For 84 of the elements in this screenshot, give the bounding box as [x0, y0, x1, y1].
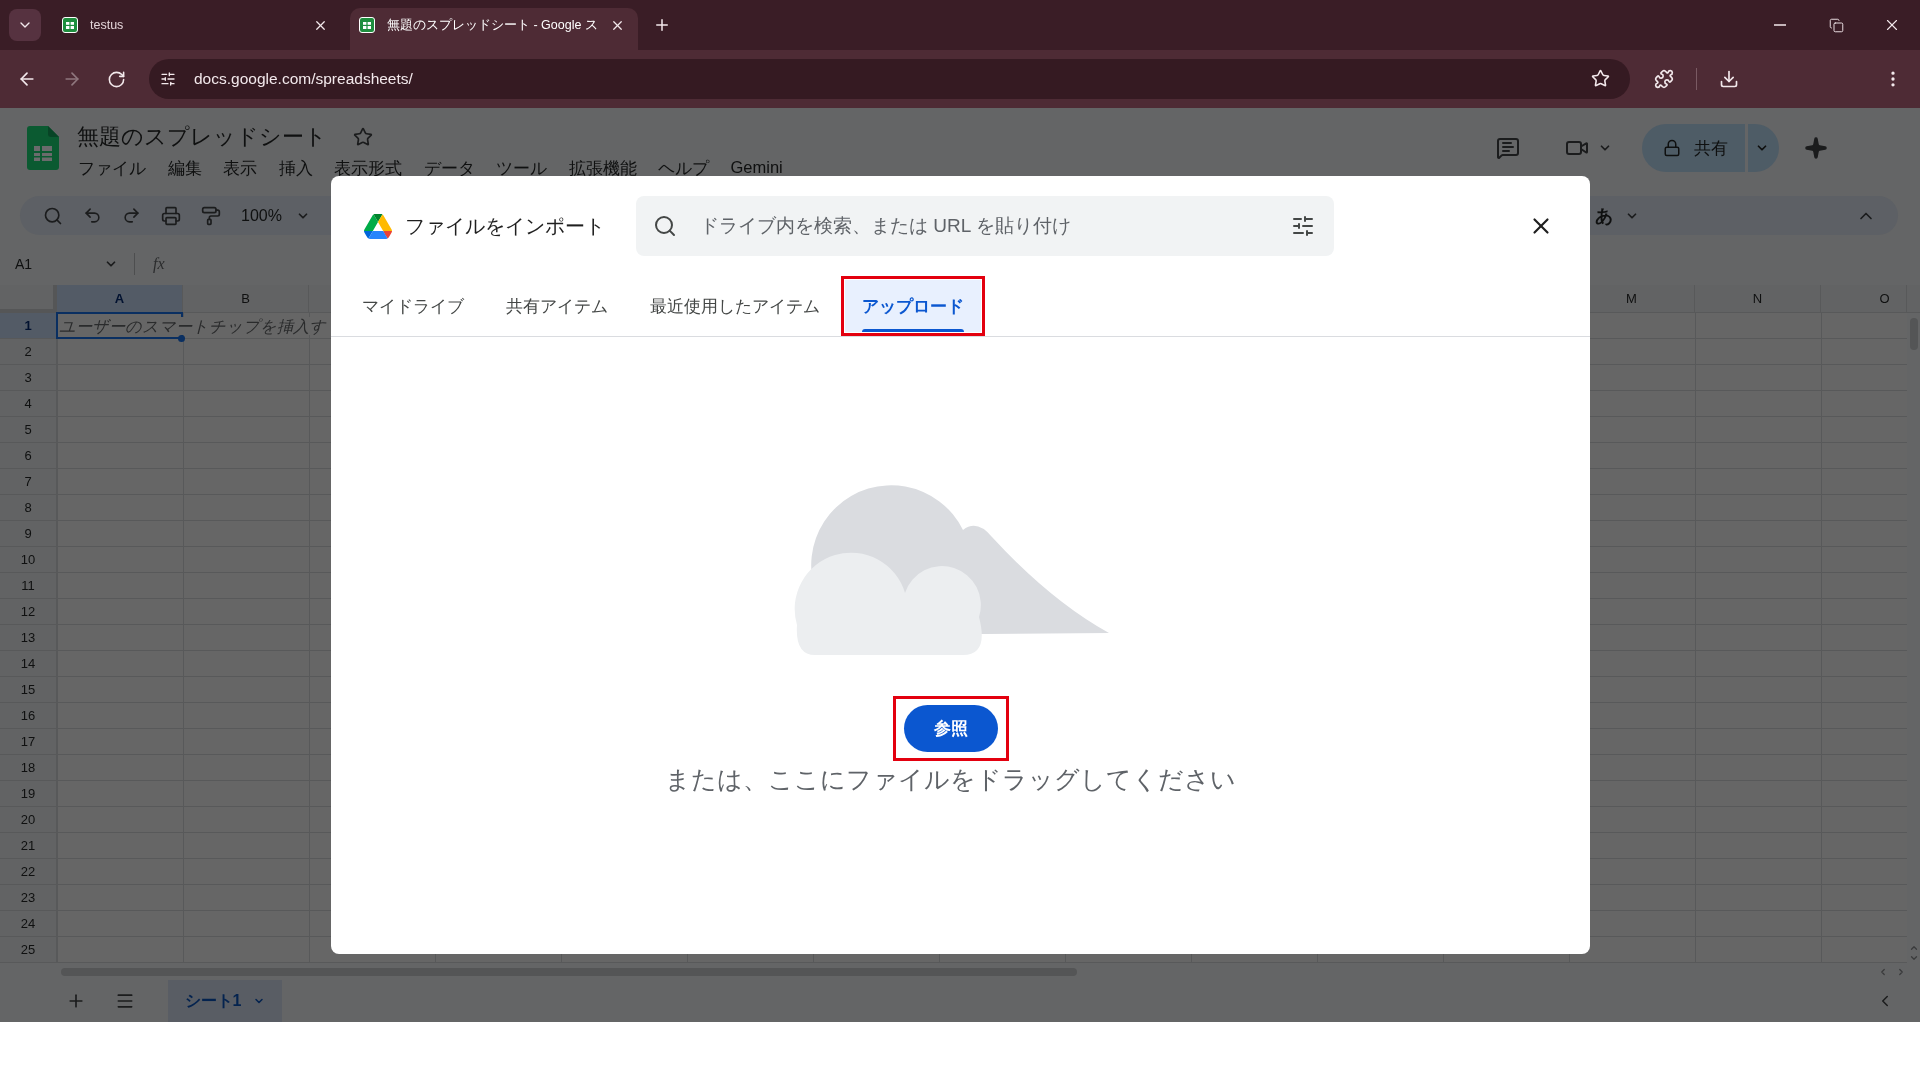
sliders-icon[interactable]	[160, 71, 176, 87]
row-header[interactable]: 13	[0, 625, 57, 651]
row-header[interactable]: 8	[0, 495, 57, 521]
menu-item[interactable]: Gemini	[730, 158, 783, 180]
menu-item[interactable]: ファイル	[78, 158, 146, 180]
input-tools-button[interactable]: あ	[1595, 203, 1613, 228]
download-icon[interactable]	[1719, 69, 1739, 89]
row-header[interactable]: 10	[0, 547, 57, 573]
undo-icon[interactable]	[83, 206, 102, 225]
row-header[interactable]: 19	[0, 781, 57, 807]
row-header[interactable]: 17	[0, 729, 57, 755]
lock-icon	[1663, 139, 1681, 157]
row-header[interactable]: 25	[0, 937, 57, 963]
drop-hint-text: または、ここにファイルをドラッグしてください	[665, 765, 1236, 795]
search-icon[interactable]	[43, 205, 63, 226]
document-title[interactable]: 無題のスプレッドシート	[77, 122, 327, 152]
browse-button[interactable]: 参照	[903, 705, 998, 752]
row-header[interactable]: 2	[0, 339, 57, 365]
fill-handle-icon[interactable]	[178, 335, 185, 342]
spreadsheet-favicon-icon	[62, 17, 78, 33]
triangle-logo-icon	[364, 213, 392, 239]
paint-roller-icon[interactable]	[201, 205, 221, 226]
menu-item[interactable]: ヘルプ	[658, 158, 709, 180]
dialog-tab[interactable]: 最近使用したアイテム	[633, 280, 837, 332]
row-header[interactable]: 20	[0, 807, 57, 833]
row-header[interactable]: 1	[0, 313, 57, 339]
column-header[interactable]: A	[57, 285, 183, 312]
minimize-icon	[1774, 24, 1786, 26]
zoom-selector[interactable]: 100%	[241, 206, 282, 225]
row-header[interactable]: 4	[0, 391, 57, 417]
row-header[interactable]: 15	[0, 677, 57, 703]
formula-label: fx	[153, 255, 165, 273]
sheet-tab[interactable]: シート1	[168, 980, 282, 1022]
menu-item[interactable]: 挿入	[278, 158, 313, 180]
row-header[interactable]: 3	[0, 365, 57, 391]
browser-tab[interactable]: 無題のスプレッドシート - Google ス	[350, 8, 638, 50]
redo-icon[interactable]	[122, 206, 141, 225]
cell-hint-text: ユーザーのスマートチップを挿入す	[59, 317, 326, 335]
search-field[interactable]: ドライブ内を検索、または URL を貼り付け	[636, 196, 1334, 256]
puzzle-icon[interactable]	[1654, 69, 1674, 89]
address-field[interactable]: docs.google.com/spreadsheets/	[149, 59, 1630, 99]
dialog-tab[interactable]: 共有アイテム	[489, 280, 625, 332]
new-tab-icon[interactable]	[653, 16, 671, 34]
speech-bubble-icon[interactable]	[1496, 136, 1520, 160]
row-header[interactable]: 12	[0, 599, 57, 625]
browser-tab[interactable]: testus	[53, 8, 341, 50]
dialog-tab[interactable]: アップロード	[845, 280, 981, 332]
printer-icon[interactable]	[161, 205, 181, 226]
scroll-right-icon[interactable]	[1896, 966, 1906, 977]
row-header[interactable]: 5	[0, 417, 57, 443]
menu-item[interactable]: データ	[423, 158, 475, 180]
share-button[interactable]: 共有	[1642, 124, 1745, 172]
scroll-left-icon[interactable]	[1878, 966, 1888, 977]
spreadsheet-favicon-icon	[359, 17, 375, 33]
sparkle-icon[interactable]	[1804, 136, 1828, 160]
menu-item[interactable]: 編集	[167, 158, 202, 180]
row-header[interactable]: 7	[0, 469, 57, 495]
dialog-tab[interactable]: マイドライブ	[345, 280, 481, 332]
search-icon	[653, 214, 677, 238]
row-header[interactable]: 16	[0, 703, 57, 729]
name-box[interactable]: A1	[15, 256, 104, 272]
row-header[interactable]: 11	[0, 573, 57, 599]
star-icon[interactable]	[353, 127, 373, 147]
spreadsheet-logo-icon[interactable]	[27, 126, 59, 170]
tab-list-button[interactable]	[9, 9, 41, 41]
reload-icon[interactable]	[107, 69, 126, 89]
menu-item[interactable]: 表示形式	[334, 158, 402, 180]
row-header[interactable]: 22	[0, 859, 57, 885]
menu-item[interactable]: 拡張機能	[568, 158, 637, 180]
menu-item[interactable]: 表示	[223, 158, 257, 180]
scroll-down-icon[interactable]	[1908, 953, 1919, 963]
row-header[interactable]: 23	[0, 885, 57, 911]
menu-item[interactable]: ツール	[496, 158, 547, 180]
sliders-icon[interactable]	[1291, 214, 1315, 238]
row-header[interactable]: 9	[0, 521, 57, 547]
row-header[interactable]: 14	[0, 651, 57, 677]
restore-icon	[1828, 17, 1844, 33]
row-header[interactable]: 21	[0, 833, 57, 859]
dialog-title: ファイルをインポート	[405, 213, 605, 239]
scroll-up-icon[interactable]	[1908, 943, 1919, 953]
row-header[interactable]: 6	[0, 443, 57, 469]
menu-icon[interactable]	[115, 991, 135, 1011]
row-header[interactable]: 24	[0, 911, 57, 937]
row-header[interactable]: 18	[0, 755, 57, 781]
